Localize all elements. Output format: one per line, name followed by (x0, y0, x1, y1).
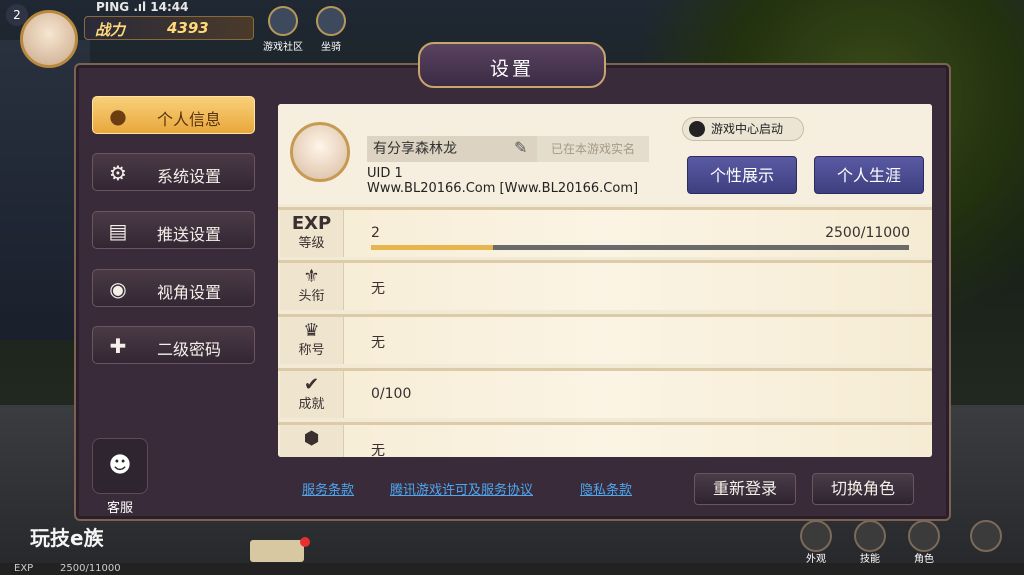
badge-icon: ⬢ (280, 425, 344, 457)
real-name-status: 已在本游戏实名 (537, 136, 649, 162)
nav-label: 视角设置 (157, 283, 222, 302)
license-agreement-link[interactable]: 腾讯游戏许可及服务协议 (390, 479, 533, 498)
watermark-text: 玩技e族 (30, 526, 104, 550)
exp-symbol: EXP (291, 213, 332, 234)
nav-label: 个人信息 (157, 110, 222, 129)
character-icon (908, 520, 940, 552)
level-label: 等级 (298, 236, 325, 251)
nav-secondary-password[interactable]: ✚ 二级密码 (92, 326, 255, 364)
checkmark-icon: ✔ (303, 374, 320, 395)
shield-cross-icon: ✚ (109, 334, 127, 358)
mount-label: 坐骑 (321, 42, 341, 53)
nav-label: 系统设置 (157, 167, 222, 186)
role-button[interactable]: 角色 (904, 520, 944, 565)
ping-time-readout: PING .ıl 14:44 (96, 0, 189, 14)
honor-row: ♛ 称号 无 (278, 314, 932, 364)
crown-symbol-icon: ♛ (303, 320, 320, 341)
menu-toggle-button[interactable] (966, 520, 1006, 564)
nav-label: 推送设置 (157, 225, 222, 244)
honor-label: 称号 (298, 343, 325, 358)
achievement-label: 成就 (298, 397, 325, 412)
career-button[interactable]: 个人生涯 (814, 156, 924, 194)
bottom-exp-label: EXP (14, 563, 34, 574)
panel-title: 设置 (489, 58, 534, 80)
outfit-button[interactable]: 外观 (796, 520, 836, 565)
profile-avatar[interactable] (290, 122, 350, 182)
level-value: 2 (371, 225, 380, 241)
combat-power-label: 战力 (95, 21, 126, 39)
crown-icon: ♛ 称号 (280, 317, 344, 364)
title-row: ⚜ 头衔 无 (278, 260, 932, 310)
player-level-badge: 2 (6, 4, 28, 26)
game-center-launch-label: 游戏中心启动 (711, 122, 784, 136)
headset-icon: ☻ (92, 438, 148, 494)
panel-title-banner: 设置 (418, 42, 606, 88)
skill-button[interactable]: 技能 (850, 520, 890, 565)
crest-icon: ⚜ 头衔 (280, 263, 344, 310)
showcase-button[interactable]: 个性展示 (687, 156, 797, 194)
profile-card: 有分享森林龙 ✎ 已在本游戏实名 UID 1 Www.BL20166.Com [… (278, 104, 932, 204)
swirl-icon (970, 520, 1002, 552)
player-name-field: 有分享森林龙 (367, 136, 537, 162)
community-button[interactable]: 游戏社区 (260, 6, 306, 53)
achievement-icon: ✔ 成就 (280, 371, 344, 418)
server-url: Www.BL20166.Com [Www.BL20166.Com] (367, 181, 639, 196)
nav-label: 二级密码 (157, 340, 222, 359)
mail-icon[interactable] (250, 540, 304, 562)
nav-push-settings[interactable]: ▤ 推送设置 (92, 211, 255, 249)
exp-progress-bar (371, 245, 909, 250)
nav-system-settings[interactable]: ⚙ 系统设置 (92, 153, 255, 191)
badge-row: ⬢ 无 (278, 422, 932, 457)
honor-value: 无 (371, 335, 385, 351)
hexagon-badge-icon: ⬢ (303, 428, 320, 449)
mount-icon (316, 6, 346, 36)
terms-of-service-link[interactable]: 服务条款 (302, 479, 354, 498)
relogin-button[interactable]: 重新登录 (694, 473, 796, 505)
exp-icon: EXP 等级 (280, 210, 344, 257)
achievement-row: ✔ 成就 0/100 (278, 368, 932, 418)
nav-personal-info[interactable]: ● 个人信息 (92, 96, 255, 134)
player-avatar[interactable] (20, 10, 78, 68)
game-center-launch-badge[interactable]: 游戏中心启动 (682, 117, 804, 141)
notification-dot (300, 537, 310, 547)
exp-bottom-bar (0, 563, 1024, 575)
combat-power-value: 4393 (167, 19, 209, 37)
level-row: EXP 等级 2 2500/11000 (278, 207, 932, 257)
gear-icon: ⚙ (109, 161, 127, 185)
edit-pencil-icon[interactable]: ✎ (514, 138, 534, 158)
customer-service-label: 客服 (106, 501, 133, 516)
user-badge-icon: ● (109, 104, 127, 128)
exp-progress-text: 2500/11000 (825, 225, 910, 241)
combat-power-bar: 战力 4393 (84, 16, 254, 40)
nav-camera-settings[interactable]: ◉ 视角设置 (92, 269, 255, 307)
switch-role-button[interactable]: 切换角色 (812, 473, 914, 505)
qq-penguin-icon (689, 121, 705, 137)
crest-symbol-icon: ⚜ (303, 266, 320, 287)
personal-info-content: 有分享森林龙 ✎ 已在本游戏实名 UID 1 Www.BL20166.Com [… (278, 104, 932, 457)
title-label: 头衔 (298, 289, 325, 304)
player-uid: UID 1 (367, 166, 403, 181)
outfit-icon (800, 520, 832, 552)
bottom-exp-value: 2500/11000 (60, 563, 121, 574)
customer-service-button[interactable]: ☻ 客服 (92, 438, 148, 516)
privacy-policy-link[interactable]: 隐私条款 (580, 479, 632, 498)
message-icon: ▤ (108, 219, 128, 243)
community-label: 游戏社区 (263, 42, 303, 53)
mount-button[interactable]: 坐骑 (308, 6, 354, 53)
achievement-value: 0/100 (371, 386, 412, 402)
eye-icon: ◉ (109, 277, 127, 301)
badge-value: 无 (371, 443, 385, 457)
lightning-icon (854, 520, 886, 552)
community-icon (268, 6, 298, 36)
exp-progress-fill (371, 245, 494, 250)
title-value: 无 (371, 281, 385, 297)
